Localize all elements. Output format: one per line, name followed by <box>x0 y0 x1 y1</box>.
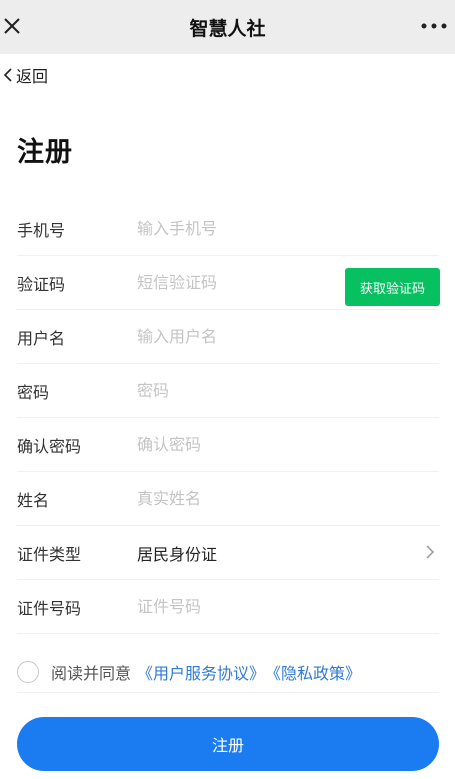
name-input[interactable] <box>137 489 439 508</box>
username-input[interactable] <box>137 327 439 346</box>
agreement-row: 阅读并同意 《用户服务协议》 《隐私政策》 <box>17 652 439 693</box>
app-title: 智慧人社 <box>189 17 266 40</box>
phone-label: 手机号 <box>17 220 66 240</box>
id-number-row: 证件号码 <box>17 580 439 634</box>
phone-input[interactable] <box>137 219 439 238</box>
phone-row: 手机号 <box>17 202 439 256</box>
password-row: 密码 <box>17 364 439 418</box>
id-type-value: 居民身份证 <box>137 544 218 564</box>
more-icon[interactable] <box>419 14 449 38</box>
password-input[interactable] <box>137 381 439 400</box>
sms-code-row: 验证码 获取验证码 <box>17 256 440 310</box>
get-code-button[interactable]: 获取验证码 <box>345 268 440 306</box>
id-number-input[interactable] <box>137 597 439 616</box>
sms-code-label: 验证码 <box>17 274 66 294</box>
back-label: 返回 <box>16 67 49 86</box>
username-row: 用户名 <box>17 310 439 364</box>
chevron-left-icon <box>3 68 12 82</box>
register-button[interactable]: 注册 <box>17 717 439 771</box>
register-form: 手机号 验证码 获取验证码 用户名 密码 确认密码 姓名 证件类型 居民身份证 … <box>17 202 440 634</box>
terms-link[interactable]: 《用户服务协议》 <box>137 660 265 684</box>
back-button[interactable]: 返回 <box>2 63 48 87</box>
confirm-password-row: 确认密码 <box>17 418 439 472</box>
username-label: 用户名 <box>17 328 66 348</box>
chevron-right-icon <box>426 545 435 559</box>
confirm-password-label: 确认密码 <box>17 436 82 456</box>
confirm-password-input[interactable] <box>137 435 439 454</box>
password-label: 密码 <box>17 382 50 402</box>
agree-checkbox[interactable] <box>17 661 39 683</box>
page-title: 注册 <box>17 137 73 168</box>
id-number-label: 证件号码 <box>17 598 82 618</box>
privacy-link[interactable]: 《隐私政策》 <box>265 660 361 684</box>
top-bar: 智慧人社 <box>0 0 455 54</box>
close-icon[interactable] <box>0 12 24 40</box>
agree-text: 阅读并同意 <box>51 664 132 683</box>
id-type-select[interactable]: 证件类型 居民身份证 <box>17 526 439 580</box>
id-type-label: 证件类型 <box>17 544 82 564</box>
name-label: 姓名 <box>17 490 50 510</box>
name-row: 姓名 <box>17 472 439 526</box>
